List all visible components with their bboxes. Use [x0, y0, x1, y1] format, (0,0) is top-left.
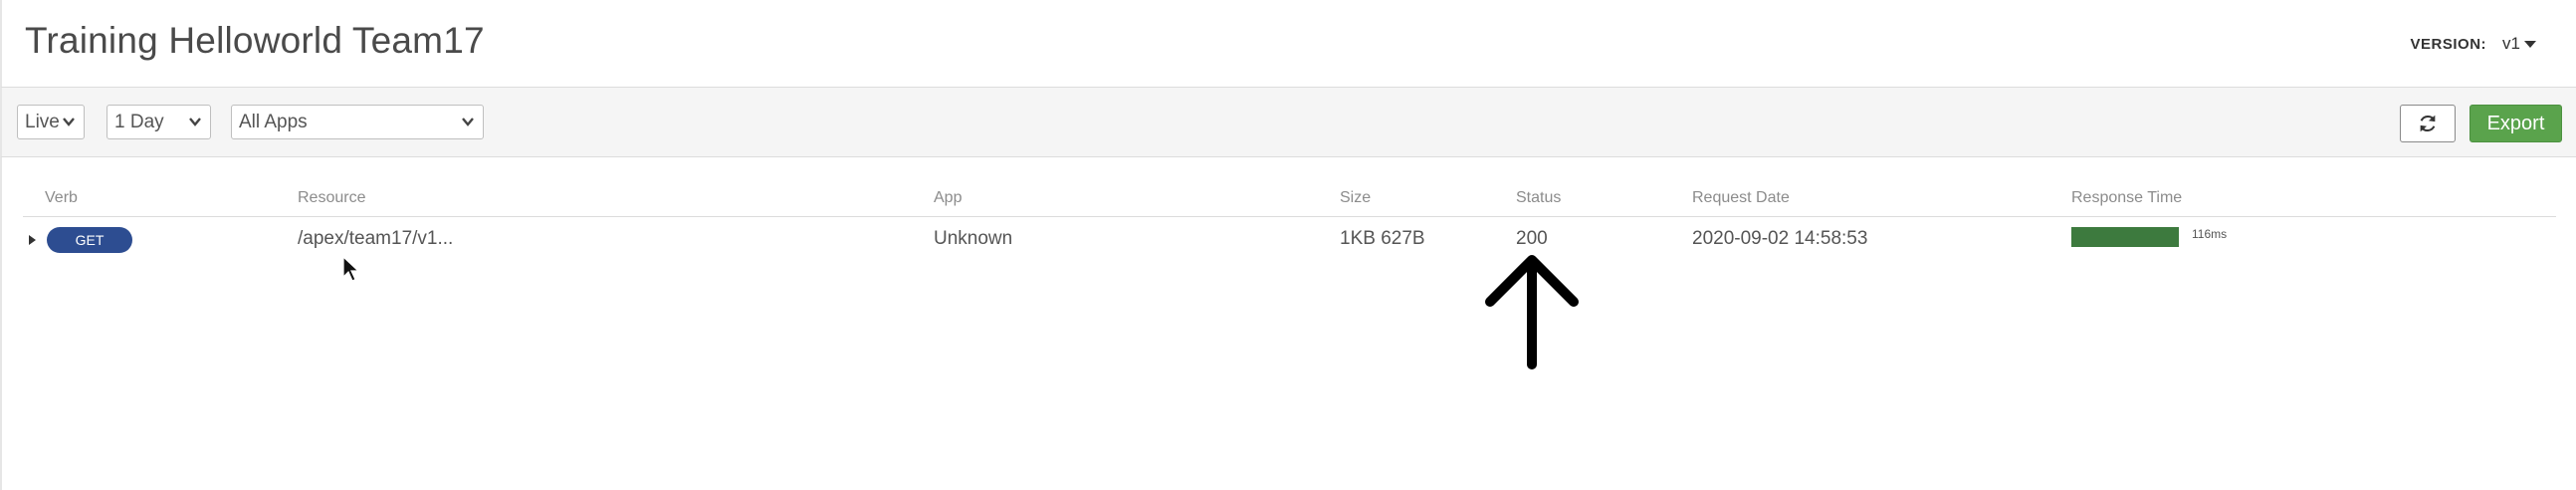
version-label: VERSION: — [2410, 35, 2487, 53]
refresh-button[interactable] — [2400, 105, 2456, 142]
column-header-verb[interactable]: Verb — [45, 189, 78, 207]
response-time-bar — [2071, 227, 2179, 247]
page-header: Training Helloworld Team17 VERSION: v1 — [0, 0, 2576, 88]
version-dropdown[interactable]: v1 — [2502, 34, 2536, 54]
app-window: Training Helloworld Team17 VERSION: v1 L… — [0, 0, 2576, 490]
mode-select-value: Live — [25, 111, 60, 132]
arrow-up-icon — [1485, 255, 1579, 369]
chevron-down-icon — [462, 118, 474, 126]
version-value: v1 — [2502, 34, 2520, 53]
header-divider — [23, 216, 2556, 217]
request-date-cell: 2020-09-02 14:58:53 — [1692, 228, 1868, 249]
page-title: Training Helloworld Team17 — [25, 20, 485, 61]
resource-cell: /apex/team17/v1... — [298, 228, 454, 249]
filter-toolbar: Live 1 Day All Apps Export — [0, 88, 2576, 157]
column-header-app[interactable]: App — [934, 189, 962, 207]
column-header-size[interactable]: Size — [1340, 189, 1371, 207]
column-header-response-time[interactable]: Response Time — [2071, 189, 2182, 207]
app-cell: Unknown — [934, 228, 1013, 249]
chevron-down-icon — [189, 118, 201, 126]
column-header-request-date[interactable]: Request Date — [1692, 189, 1790, 207]
requests-table: Verb Resource App Size Status Request Da… — [0, 157, 2576, 490]
export-button[interactable]: Export — [2469, 105, 2562, 142]
chevron-down-icon — [63, 118, 75, 126]
apps-select-value: All Apps — [239, 111, 308, 132]
verb-badge: GET — [47, 227, 132, 253]
column-header-resource[interactable]: Resource — [298, 189, 365, 207]
version-control: VERSION: v1 — [2411, 34, 2536, 54]
range-select-value: 1 Day — [114, 111, 164, 132]
caret-down-icon — [2524, 40, 2536, 48]
status-cell: 200 — [1516, 228, 1548, 249]
response-time-label: 116ms — [2192, 227, 2228, 241]
range-select[interactable]: 1 Day — [107, 105, 211, 139]
column-header-status[interactable]: Status — [1516, 189, 1561, 207]
apps-select[interactable]: All Apps — [231, 105, 484, 139]
mouse-cursor-icon — [342, 256, 360, 282]
mode-select[interactable]: Live — [17, 105, 85, 139]
expand-row-icon[interactable] — [29, 235, 36, 245]
refresh-icon — [2420, 115, 2436, 132]
size-cell: 1KB 627B — [1340, 228, 1425, 249]
